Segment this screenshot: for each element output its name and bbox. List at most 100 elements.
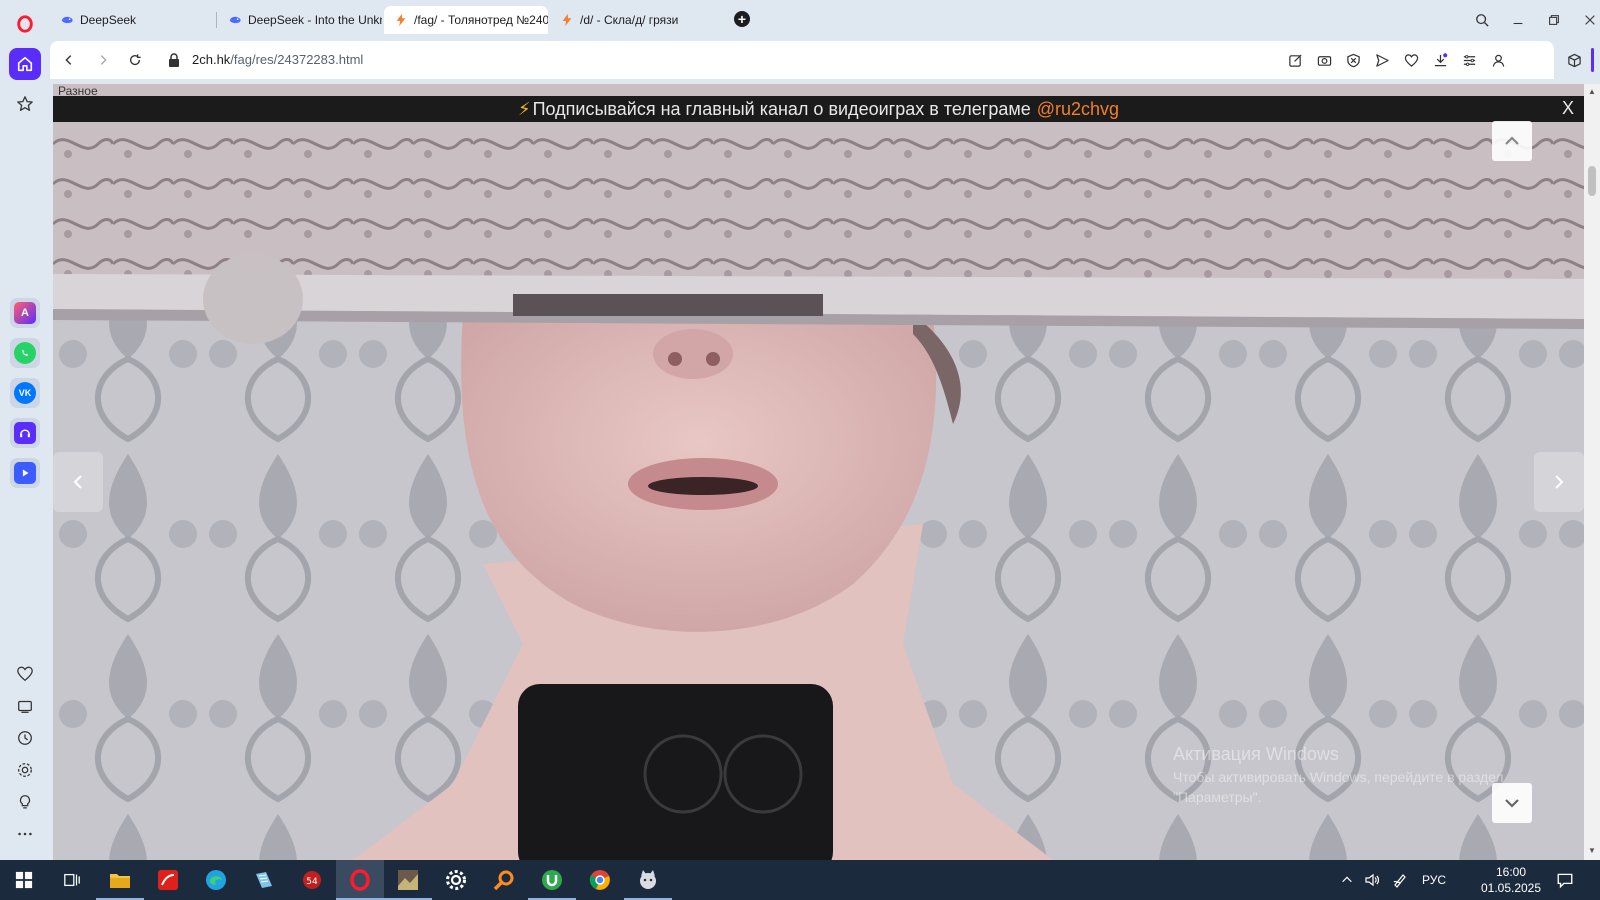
clock-date: 01.05.2025 bbox=[1480, 881, 1542, 895]
new-tab-button[interactable]: + bbox=[734, 11, 750, 27]
page-scrollbar[interactable]: ▲ ▼ bbox=[1584, 84, 1600, 860]
settings-gear-icon[interactable] bbox=[9, 754, 41, 786]
download-icon[interactable] bbox=[1431, 51, 1449, 69]
lightbulb-icon[interactable] bbox=[9, 786, 41, 818]
sidebar-accent-bar bbox=[1591, 48, 1594, 72]
heart-icon[interactable] bbox=[1402, 51, 1420, 69]
tab-d-board[interactable]: /d/ - Скла/д/ грязи bbox=[550, 6, 714, 34]
pdf-reader-taskbar[interactable] bbox=[144, 860, 192, 900]
volume-icon[interactable] bbox=[1364, 860, 1380, 900]
edge-icon bbox=[206, 870, 226, 890]
deepseek-whale-icon bbox=[228, 13, 242, 27]
utorrent-icon bbox=[542, 870, 562, 890]
share-edit-icon[interactable] bbox=[1286, 51, 1304, 69]
url-field[interactable]: 2ch.hk/fag/res/24372283.html bbox=[192, 52, 363, 67]
minimize-icon[interactable] bbox=[1508, 10, 1528, 30]
aria-app-icon[interactable]: A bbox=[10, 298, 40, 328]
notifications-icon[interactable] bbox=[1556, 860, 1574, 900]
start-button[interactable] bbox=[0, 860, 48, 900]
tab-fag-thread[interactable]: /fag/ - Толянотред №240 bbox=[384, 6, 548, 34]
url-host: 2ch.hk bbox=[192, 52, 231, 67]
folder-icon bbox=[110, 874, 130, 888]
edge-taskbar[interactable] bbox=[192, 860, 240, 900]
chevron-up-icon bbox=[1505, 136, 1519, 145]
windows-taskbar: 54 РУС 16:00 01.05.2025 bbox=[0, 860, 1600, 900]
image-viewer: Разное ⚡ Подписывайся на главный канал о… bbox=[53, 84, 1584, 860]
more-dots-icon[interactable] bbox=[9, 818, 41, 850]
utorrent-taskbar[interactable] bbox=[528, 860, 576, 900]
windows-logo-icon bbox=[15, 871, 33, 889]
app-taskbar[interactable] bbox=[624, 860, 672, 900]
deepseek-whale-icon bbox=[60, 13, 74, 27]
adblock-shield-icon[interactable] bbox=[1344, 51, 1362, 69]
opera-sidebar: A VK bbox=[0, 0, 50, 860]
home-icon[interactable] bbox=[9, 48, 41, 80]
chrome-taskbar[interactable] bbox=[576, 860, 624, 900]
task-view-button[interactable] bbox=[48, 860, 96, 900]
tabs-icon[interactable] bbox=[9, 690, 41, 722]
extensions-cube-icon[interactable] bbox=[1564, 50, 1584, 70]
back-arrow-icon[interactable] bbox=[60, 51, 78, 69]
tray-chevron-up-icon[interactable] bbox=[1340, 860, 1354, 900]
tab-label: DeepSeek bbox=[80, 13, 137, 27]
windows-activation-watermark: Активация Windows Чтобы активировать Win… bbox=[1173, 744, 1504, 805]
tab-bar: DeepSeek DeepSeek - Into the Unkn /fag/ … bbox=[50, 0, 1600, 38]
tab-label: /d/ - Скла/д/ грязи bbox=[580, 13, 679, 27]
prev-image-button[interactable] bbox=[53, 452, 103, 512]
next-image-button[interactable] bbox=[1534, 452, 1584, 512]
telegram-channel-link[interactable]: @ru2chvg bbox=[1037, 99, 1119, 120]
history-clock-icon[interactable] bbox=[9, 722, 41, 754]
bookmarks-star-icon[interactable] bbox=[9, 88, 41, 120]
clock-time: 16:00 bbox=[1495, 865, 1527, 879]
restore-icon[interactable] bbox=[1544, 10, 1564, 30]
notepad-taskbar[interactable] bbox=[240, 860, 288, 900]
chevron-left-icon bbox=[73, 475, 82, 489]
telegram-banner: ⚡ Подписывайся на главный канал о видеои… bbox=[53, 96, 1584, 122]
game-icon: 54 bbox=[303, 871, 321, 889]
tab-deepseek-chat[interactable]: DeepSeek - Into the Unkn bbox=[218, 6, 382, 34]
tab-separator bbox=[216, 12, 217, 28]
whatsapp-icon[interactable] bbox=[10, 338, 40, 368]
close-window-icon[interactable] bbox=[1580, 10, 1600, 30]
music-player-icon[interactable] bbox=[10, 418, 40, 448]
opera-icon bbox=[350, 869, 370, 891]
heart-icon[interactable] bbox=[9, 658, 41, 690]
tab-deepseek[interactable]: DeepSeek bbox=[50, 6, 214, 34]
extensions-area bbox=[1556, 41, 1600, 79]
scroll-up-arrow-icon[interactable]: ▲ bbox=[1587, 87, 1597, 97]
scroll-thumb[interactable] bbox=[1588, 166, 1596, 196]
search-app-taskbar[interactable] bbox=[480, 860, 528, 900]
image-viewer-taskbar[interactable] bbox=[384, 860, 432, 900]
reload-icon[interactable] bbox=[126, 51, 144, 69]
chrome-icon bbox=[589, 870, 610, 890]
lock-icon[interactable] bbox=[167, 52, 181, 68]
opera-logo-icon[interactable] bbox=[9, 8, 41, 40]
language-indicator[interactable]: РУС bbox=[1422, 860, 1446, 900]
file-explorer-taskbar[interactable] bbox=[96, 860, 144, 900]
url-path: /fag/res/24372283.html bbox=[230, 52, 364, 67]
scroll-down-arrow-icon[interactable]: ▼ bbox=[1587, 846, 1597, 856]
search-tabs-icon[interactable] bbox=[1472, 10, 1492, 30]
watermark-line: Чтобы активировать Windows, перейдите в … bbox=[1173, 769, 1504, 785]
pdf-icon bbox=[158, 870, 178, 890]
bolt-icon: ⚡ bbox=[517, 98, 531, 119]
scroll-up-button[interactable] bbox=[1492, 121, 1532, 161]
banner-close-button[interactable]: X bbox=[1562, 98, 1574, 119]
game-taskbar[interactable]: 54 bbox=[288, 860, 336, 900]
taskbar-clock[interactable]: 16:00 01.05.2025 bbox=[1476, 864, 1546, 896]
vk-icon[interactable]: VK bbox=[10, 378, 40, 408]
profile-icon[interactable] bbox=[1489, 51, 1507, 69]
pen-input-icon[interactable] bbox=[1392, 860, 1408, 900]
watermark-title: Активация Windows bbox=[1173, 744, 1339, 764]
2ch-bolt-icon bbox=[394, 13, 408, 27]
opera-taskbar[interactable] bbox=[336, 860, 384, 900]
task-view-icon bbox=[64, 873, 80, 887]
easy-setup-icon[interactable] bbox=[1460, 51, 1478, 69]
tab-label: DeepSeek - Into the Unkn bbox=[248, 13, 382, 27]
player-icon[interactable] bbox=[10, 458, 40, 488]
settings-taskbar[interactable] bbox=[432, 860, 480, 900]
camera-icon[interactable] bbox=[1315, 51, 1333, 69]
send-icon[interactable] bbox=[1373, 51, 1391, 69]
image-app-icon bbox=[398, 870, 418, 890]
forward-arrow-icon[interactable] bbox=[94, 51, 112, 69]
